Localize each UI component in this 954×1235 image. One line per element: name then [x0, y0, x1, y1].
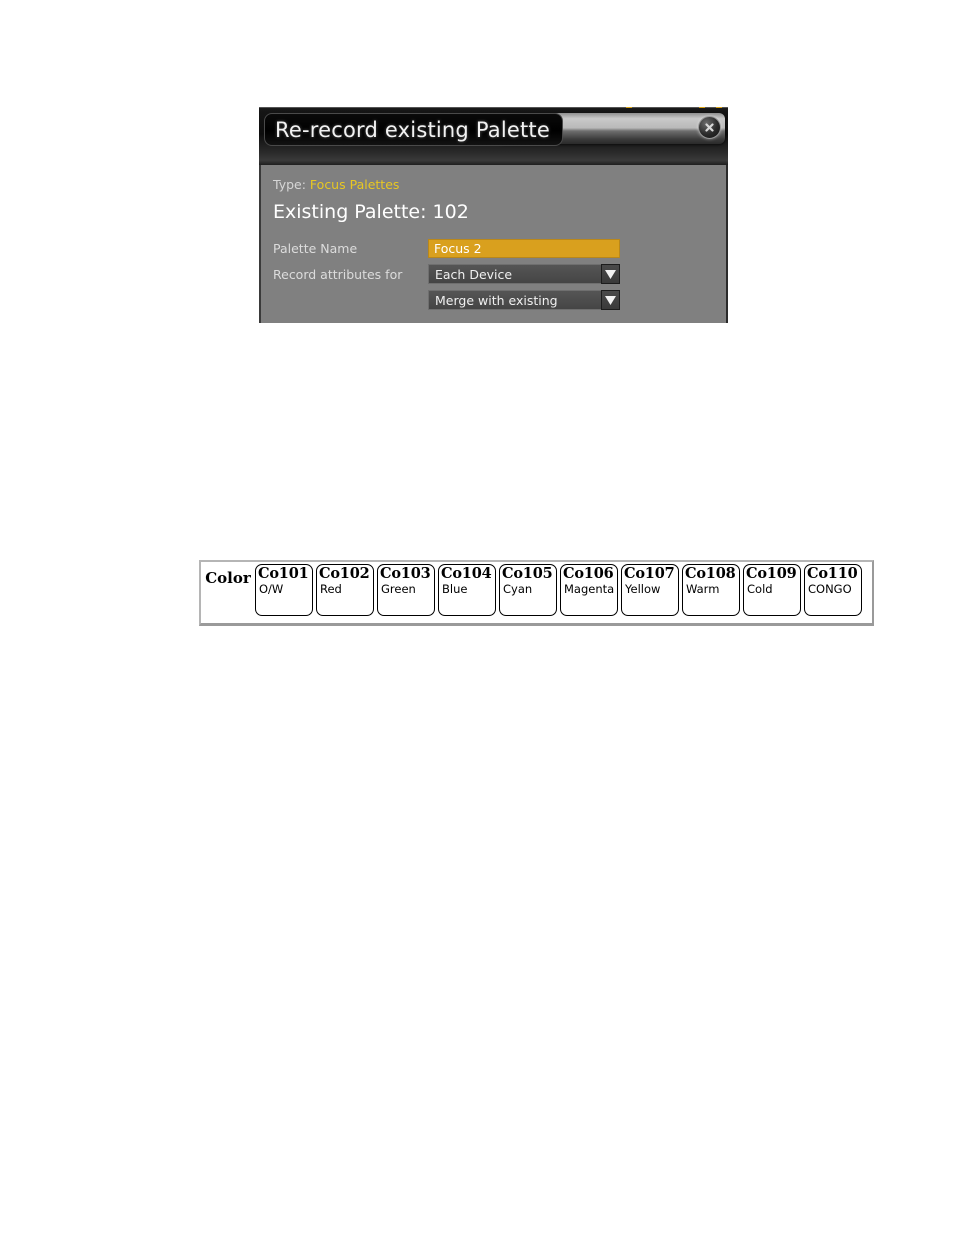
palette-cell-id: Co109 — [746, 565, 797, 582]
palette-cell[interactable]: Co110 CONGO — [804, 564, 862, 616]
existing-palette-heading: Existing Palette: 102 — [273, 201, 469, 223]
merge-mode-value: Merge with existing — [428, 290, 601, 310]
palette-cell-name: Cold — [747, 582, 773, 596]
dialog-form: Palette Name Focus 2 Record attributes f… — [273, 237, 726, 311]
palette-cell-name: Yellow — [625, 582, 661, 596]
palette-cell-id: Co105 — [502, 565, 553, 582]
dialog-title-pill: Re-record existing Palette — [264, 113, 563, 146]
titlebar-tick-mark — [716, 107, 722, 108]
close-icon[interactable] — [698, 116, 721, 139]
palette-cell-name: Blue — [442, 582, 468, 596]
palette-type-line: Type: Focus Palettes — [273, 177, 726, 192]
record-attributes-row: Record attributes for Each Device — [273, 263, 726, 285]
palette-cell-name: Green — [381, 582, 416, 596]
record-attributes-value: Each Device — [428, 264, 601, 284]
palette-cell-id: Co102 — [319, 565, 370, 582]
palette-type-label: Type: — [273, 177, 306, 192]
merge-mode-select[interactable]: Merge with existing — [428, 290, 620, 310]
record-attributes-label: Record attributes for — [273, 266, 403, 282]
palette-cell-id: Co107 — [624, 565, 675, 582]
palette-cell-id: Co110 — [807, 565, 858, 582]
record-attributes-select[interactable]: Each Device — [428, 264, 620, 284]
titlebar-tick-mark — [699, 107, 705, 108]
merge-mode-row: Merge with existing — [273, 289, 726, 311]
chevron-down-icon[interactable] — [601, 290, 620, 310]
palette-row-label: Color — [205, 569, 251, 587]
palette-cell-id: Co103 — [380, 565, 431, 582]
palette-name-input[interactable]: Focus 2 — [428, 238, 620, 258]
palette-cell-name: O/W — [259, 582, 284, 596]
palette-cell[interactable]: Co102 Red — [316, 564, 374, 616]
palette-cell-name: Cyan — [503, 582, 533, 596]
re-record-palette-dialog: Re-record existing Palette Type: Focus P… — [259, 107, 728, 323]
palette-cell-id: Co101 — [258, 565, 309, 582]
palette-cell[interactable]: Co104 Blue — [438, 564, 496, 616]
palette-name-label: Palette Name — [273, 240, 358, 256]
palette-cell[interactable]: Co101 O/W — [255, 564, 313, 616]
palette-cell-id: Co106 — [563, 565, 614, 582]
palette-cell-name: Warm — [686, 582, 720, 596]
palette-cell[interactable]: Co105 Cyan — [499, 564, 557, 616]
palette-cell[interactable]: Co106 Magenta — [560, 564, 618, 616]
dialog-title: Re-record existing Palette — [275, 117, 550, 142]
palette-cell-name: Red — [320, 582, 342, 596]
palette-cell-id: Co108 — [685, 565, 736, 582]
dialog-titlebar[interactable]: Re-record existing Palette — [259, 107, 728, 165]
palette-cell[interactable]: Co103 Green — [377, 564, 435, 616]
palette-cell-name: CONGO — [808, 582, 852, 596]
titlebar-tick-mark — [626, 107, 632, 108]
palette-cell[interactable]: Co108 Warm — [682, 564, 740, 616]
palette-cell[interactable]: Co109 Cold — [743, 564, 801, 616]
color-palette-table: Color Co101 O/W Co102 Red Co103 Green Co104 Blu… — [199, 560, 874, 626]
chevron-down-icon[interactable] — [601, 264, 620, 284]
palette-type-value: Focus Palettes — [309, 177, 400, 192]
palette-cell-name: Magenta — [564, 582, 615, 596]
dialog-body: Type: Focus Palettes Existing Palette: 1… — [259, 165, 728, 323]
palette-cell-list: Co101 O/W Co102 Red Co103 Green Co104 Blue Co105… — [255, 564, 865, 616]
palette-cell-id: Co104 — [441, 565, 492, 582]
palette-name-row: Palette Name Focus 2 — [273, 237, 726, 259]
palette-cell[interactable]: Co107 Yellow — [621, 564, 679, 616]
